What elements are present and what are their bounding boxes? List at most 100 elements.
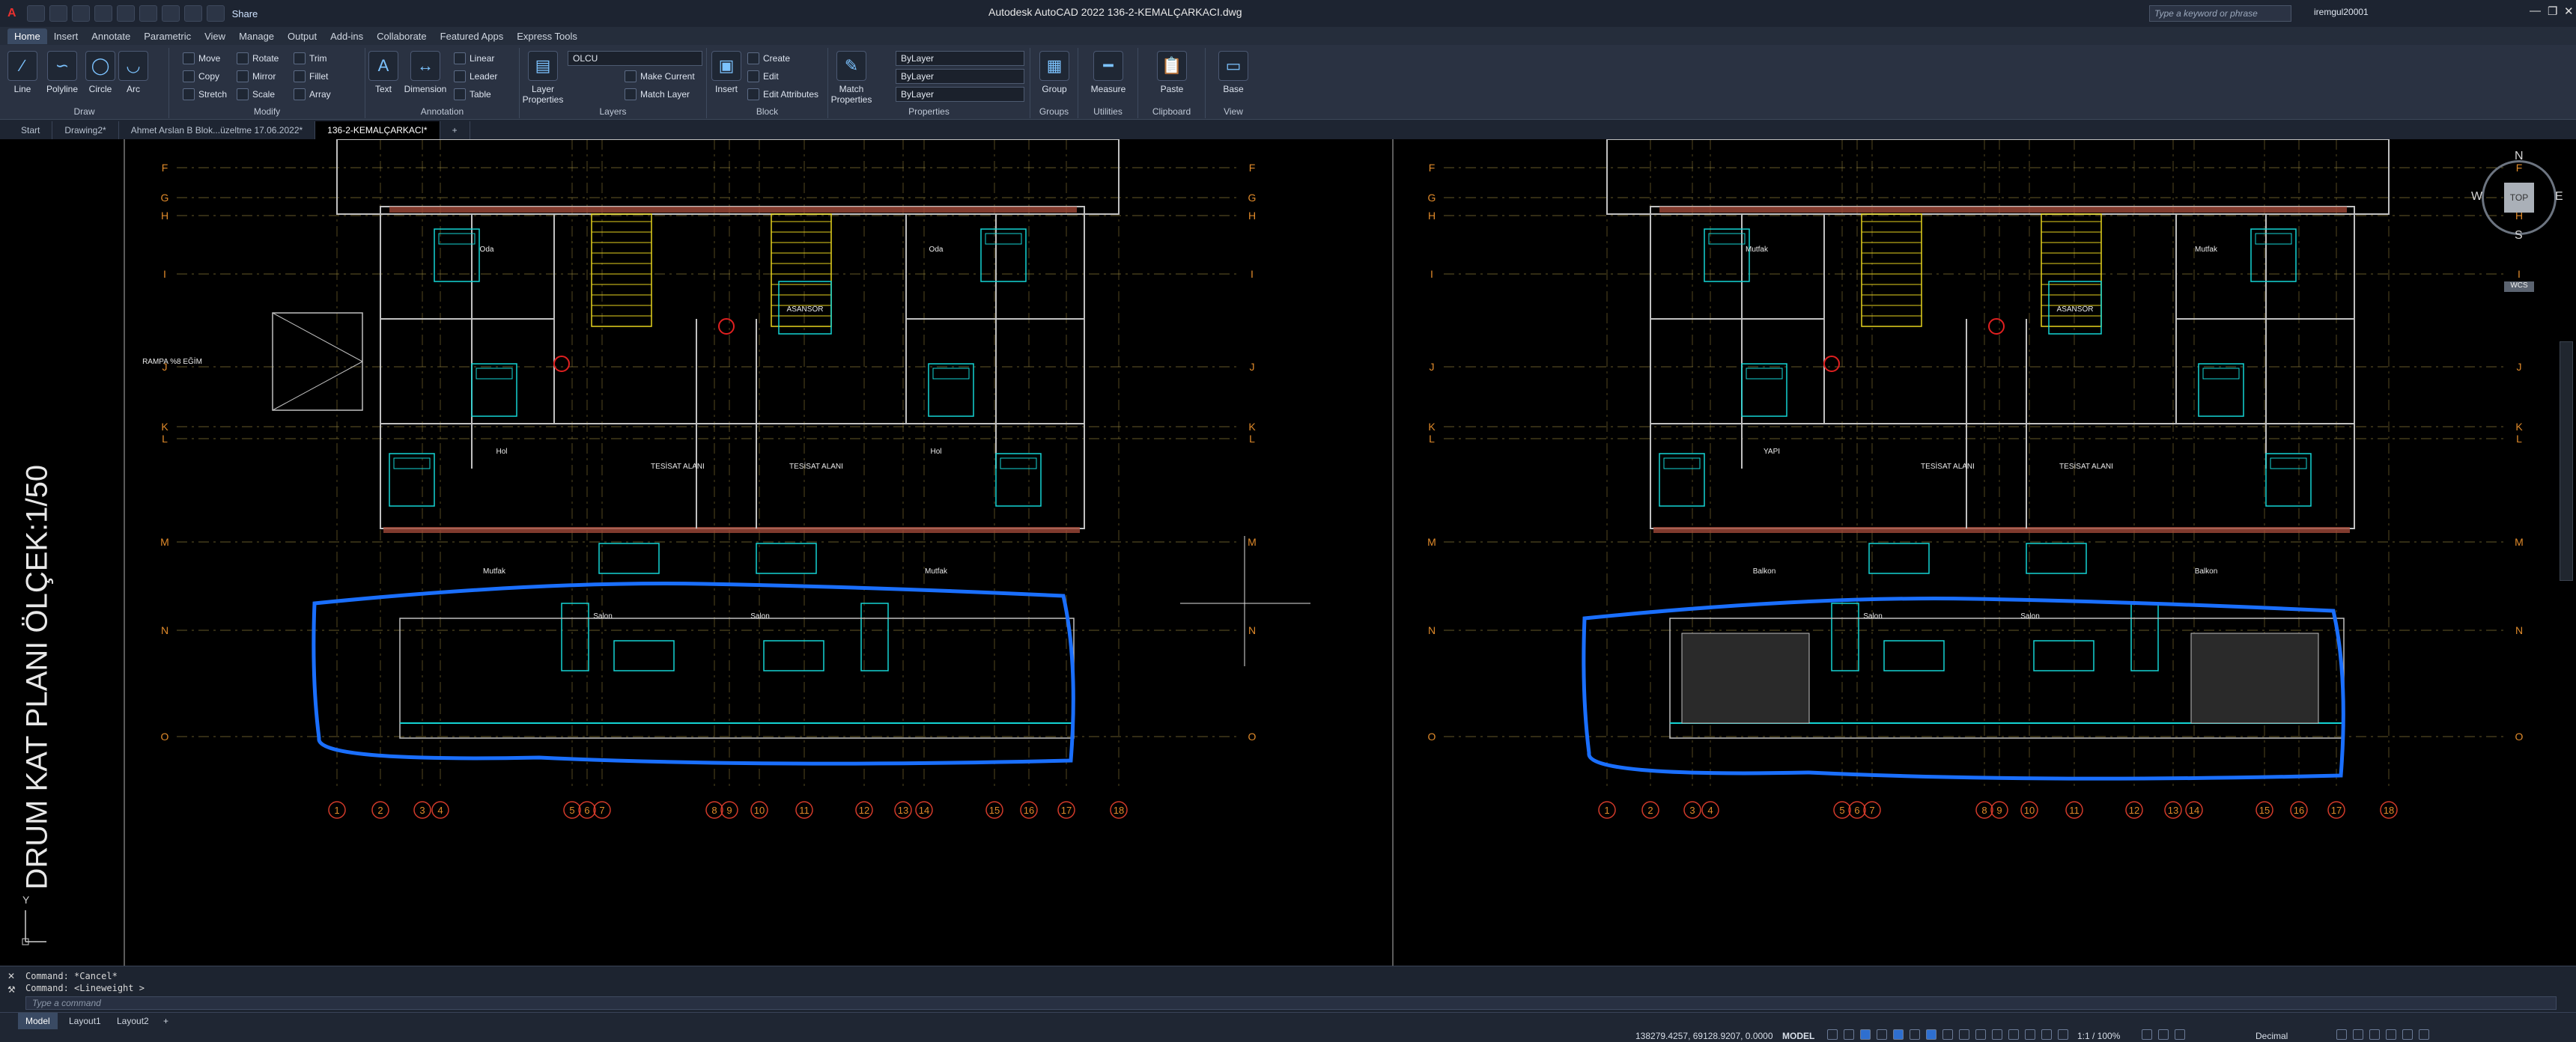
compass-e[interactable]: E — [2555, 190, 2563, 204]
draw-panel-title[interactable]: Draw — [0, 106, 168, 117]
copy-button[interactable]: Copy — [183, 70, 219, 82]
navigation-bar[interactable] — [2560, 341, 2573, 581]
circle-tool[interactable]: ◯ Circle — [84, 51, 117, 94]
scale-button[interactable]: Scale — [237, 88, 275, 100]
match-layer-button[interactable]: Match Layer — [625, 88, 690, 100]
undo-icon[interactable] — [183, 5, 202, 22]
snap-icon[interactable] — [1844, 1029, 1854, 1040]
selection-cycling-icon[interactable] — [1959, 1029, 1969, 1040]
make-current-button[interactable]: Make Current — [625, 70, 695, 82]
wcs-menu[interactable]: WCS — [2504, 281, 2534, 292]
doc-tab-ahmet-arslan[interactable]: Ahmet Arslan B Blok...üzeltme 17.06.2022… — [119, 121, 316, 139]
annotation-visibility-icon[interactable] — [2041, 1029, 2052, 1040]
restore-icon[interactable]: ❐ — [2548, 4, 2557, 18]
tab-output[interactable]: Output — [281, 28, 323, 44]
layout-tab-layout2[interactable]: Layout2 — [109, 1013, 157, 1029]
tab-home[interactable]: Home — [7, 28, 47, 44]
doc-tab-kemalcarkaci[interactable]: 136-2-KEMALÇARKACI* — [315, 121, 440, 139]
text-tool[interactable]: A Text — [368, 51, 398, 94]
compass-w[interactable]: W — [2471, 190, 2482, 204]
compass-s[interactable]: S — [2515, 229, 2523, 243]
measure-tool[interactable]: ━ Measure — [1086, 51, 1131, 94]
close-icon[interactable]: ✕ — [7, 971, 15, 981]
fillet-button[interactable]: Fillet — [294, 70, 328, 82]
arc-tool[interactable]: ◡ Arc — [117, 51, 150, 94]
otrack-icon[interactable] — [1910, 1029, 1920, 1040]
leader-button[interactable]: Leader — [454, 70, 497, 82]
new-file-icon[interactable] — [26, 5, 45, 22]
polyline-tool[interactable]: ∽ Polyline — [39, 51, 85, 94]
open-web-icon[interactable] — [116, 5, 135, 22]
lineweight-icon[interactable] — [1926, 1029, 1936, 1040]
mirror-button[interactable]: Mirror — [237, 70, 276, 82]
save-as-icon[interactable] — [94, 5, 112, 22]
add-layout-icon[interactable]: + — [156, 1013, 176, 1029]
plot-icon[interactable] — [161, 5, 180, 22]
viewcube-top-face[interactable]: TOP — [2504, 183, 2534, 213]
isolate-objects-icon[interactable] — [2369, 1029, 2380, 1040]
search-input[interactable]: Type a keyword or phrase — [2149, 5, 2291, 22]
table-button[interactable]: Table — [454, 88, 491, 100]
group-tool[interactable]: ▦ Group — [1036, 51, 1072, 94]
selection-filter-icon[interactable] — [2008, 1029, 2019, 1040]
color-dropdown[interactable]: ByLayer — [896, 51, 1024, 66]
transparency-icon[interactable] — [1942, 1029, 1953, 1040]
layer-dropdown[interactable]: OLCU — [568, 51, 702, 66]
command-input[interactable]: Type a command — [25, 996, 2557, 1010]
line-tool[interactable]: ∕ Line — [6, 51, 39, 94]
wrench-icon[interactable]: ⚒ — [7, 984, 16, 995]
save-web-icon[interactable] — [139, 5, 157, 22]
tab-insert[interactable]: Insert — [47, 28, 85, 44]
customization-icon[interactable] — [2419, 1029, 2429, 1040]
match-properties-tool[interactable]: ✎ Match Properties — [830, 51, 873, 105]
app-logo[interactable]: A — [7, 7, 16, 20]
properties-panel-title[interactable]: Properties — [828, 106, 1030, 117]
osnap-icon[interactable] — [1893, 1029, 1904, 1040]
layers-panel-title[interactable]: Layers — [520, 106, 706, 117]
tab-manage[interactable]: Manage — [232, 28, 281, 44]
linetype-dropdown[interactable]: ByLayer — [896, 69, 1024, 84]
units-icon[interactable] — [2175, 1029, 2185, 1040]
gizmo-icon[interactable] — [2025, 1029, 2035, 1040]
share-button[interactable]: Share — [232, 8, 258, 19]
coordinates-readout[interactable]: 138279.4257, 69128.9207, 0.0000 — [1635, 1031, 1773, 1041]
tab-annotate[interactable]: Annotate — [85, 28, 137, 44]
3d-osnap-icon[interactable] — [1975, 1029, 1986, 1040]
grid-icon[interactable] — [1827, 1029, 1838, 1040]
move-button[interactable]: Move — [183, 52, 220, 64]
dimension-tool[interactable]: ↔ Dimension — [398, 51, 452, 94]
close-icon[interactable]: ✕ — [2564, 4, 2574, 18]
annotation-monitor-icon[interactable] — [2158, 1029, 2169, 1040]
tab-featured-apps[interactable]: Featured Apps — [434, 28, 511, 44]
utilities-panel-title[interactable]: Utilities — [1078, 106, 1137, 117]
tab-express-tools[interactable]: Express Tools — [510, 28, 584, 44]
layout-tab-layout1[interactable]: Layout1 — [61, 1013, 109, 1029]
insert-tool[interactable]: ▣ Insert — [710, 51, 743, 94]
linear-button[interactable]: Linear — [454, 52, 494, 64]
view-panel-title[interactable]: View — [1206, 106, 1261, 117]
minimize-icon[interactable]: — — [2530, 4, 2541, 17]
auto-scale-icon[interactable] — [2058, 1029, 2068, 1040]
clipboard-panel-title[interactable]: Clipboard — [1138, 106, 1205, 117]
block-panel-title[interactable]: Block — [707, 106, 827, 117]
model-space-toggle[interactable]: MODEL — [1782, 1031, 1814, 1041]
modify-panel-title[interactable]: Modify — [169, 106, 365, 117]
base-tool[interactable]: ▭ Base — [1215, 51, 1252, 94]
workspace-gear-icon[interactable] — [2142, 1029, 2152, 1040]
doc-tab-start[interactable]: Start — [9, 121, 53, 139]
edit-block-button[interactable]: Edit — [747, 70, 779, 82]
layout-tab-model[interactable]: Model — [18, 1013, 58, 1029]
edit-attributes-button[interactable]: Edit Attributes — [747, 88, 818, 100]
tab-collaborate[interactable]: Collaborate — [370, 28, 434, 44]
quick-properties-icon[interactable] — [2336, 1029, 2347, 1040]
viewcube[interactable]: TOP N S E W — [2471, 150, 2563, 243]
lock-ui-icon[interactable] — [2353, 1029, 2363, 1040]
rotate-button[interactable]: Rotate — [237, 52, 279, 64]
annotation-scale[interactable]: 1:1 / 100% — [2077, 1031, 2120, 1041]
open-file-icon[interactable] — [49, 5, 67, 22]
trim-button[interactable]: Trim — [294, 52, 327, 64]
tab-parametric[interactable]: Parametric — [137, 28, 198, 44]
drawing-canvas[interactable]: F F G G H H I I J J K K L L M M N N O O 1 2 3 4 5 6 7 8 9 10 11 12 13 14 1… — [0, 138, 2576, 966]
array-button[interactable]: Array — [294, 88, 331, 100]
doc-tab-drawing2[interactable]: Drawing2* — [52, 121, 119, 139]
